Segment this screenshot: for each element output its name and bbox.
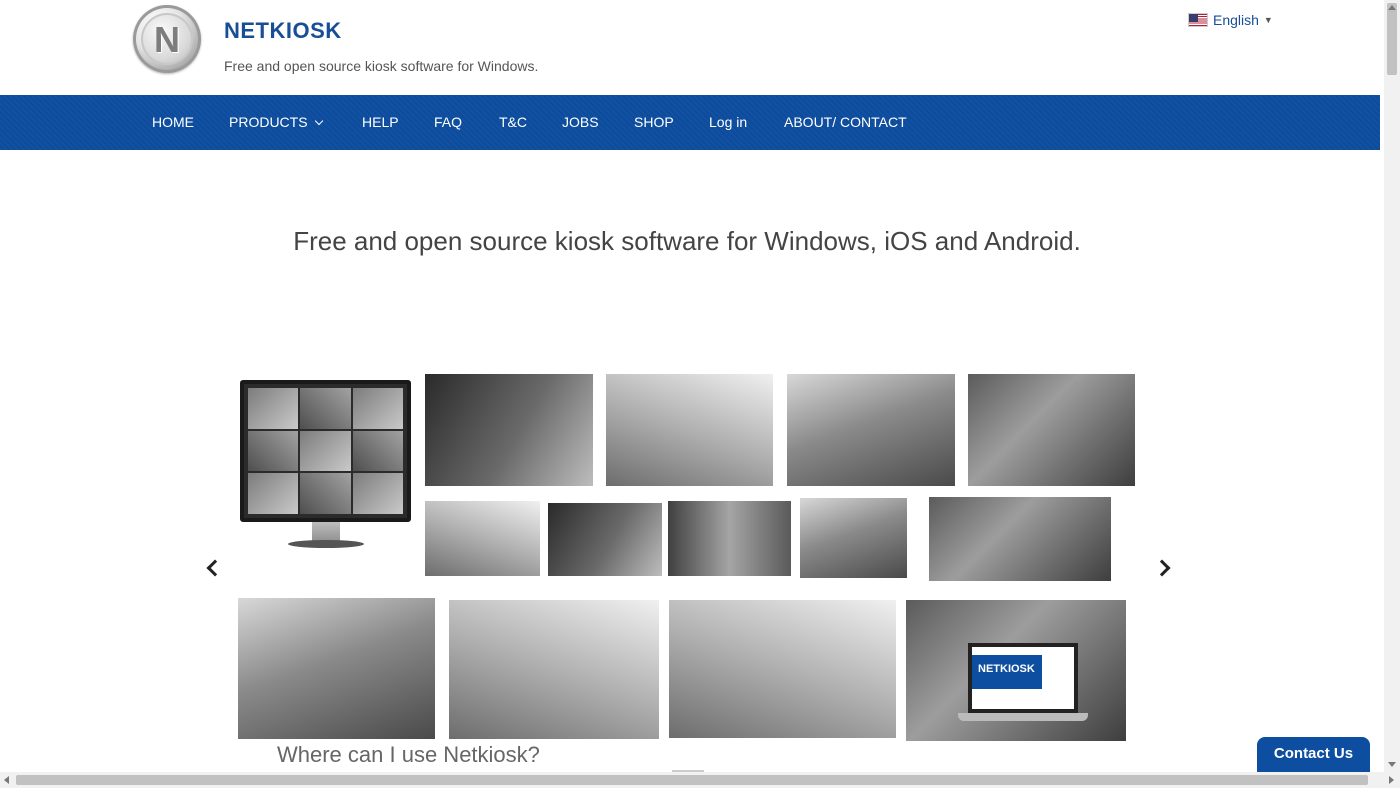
photo-hallway-screens	[668, 501, 791, 576]
language-label: English	[1213, 12, 1259, 28]
monitor-base	[288, 540, 364, 548]
language-selector[interactable]: English ▼	[1188, 12, 1273, 28]
photo-library-desks	[929, 497, 1111, 581]
nav-jobs-label: JOBS	[562, 114, 599, 130]
scroll-left-icon[interactable]	[4, 776, 9, 784]
nav-products[interactable]: PRODUCTS	[229, 95, 323, 150]
monitor-screen	[240, 380, 411, 522]
hero-title: Free and open source kiosk software for …	[293, 226, 1081, 256]
caret-down-icon: ▼	[1263, 15, 1273, 25]
carousel-next-arrow-icon[interactable]	[1156, 559, 1172, 575]
nav-about-contact[interactable]: ABOUT/ CONTACT	[784, 95, 907, 150]
nav-help[interactable]: HELP	[362, 95, 399, 150]
nav-home-label: HOME	[152, 114, 194, 130]
laptop-screen: NETKIOSK	[968, 643, 1078, 713]
photo-dark-kiosk	[548, 503, 662, 576]
logo-badge: N	[141, 13, 193, 65]
page: N NETKIOSK Free and open source kiosk so…	[0, 0, 1400, 788]
logo-letter: N	[154, 19, 180, 60]
horizontal-scroll-thumb[interactable]	[16, 775, 1368, 785]
nav-tc-label: T&C	[499, 114, 527, 130]
scroll-down-icon[interactable]	[1388, 762, 1396, 767]
monitor-image	[240, 380, 411, 558]
photo-shop-couple-laptop	[238, 598, 435, 739]
main-nav: HOME PRODUCTS HELP FAQ T&C JOBS SHOP Log…	[0, 95, 1380, 150]
site-header: N NETKIOSK Free and open source kiosk so…	[0, 0, 1380, 95]
photo-woman-phone-laptop	[449, 600, 659, 739]
vertical-scrollbar[interactable]	[1384, 0, 1400, 772]
monitor-grid	[248, 388, 403, 514]
nav-shop[interactable]: SHOP	[634, 95, 674, 150]
nav-tc[interactable]: T&C	[499, 95, 527, 150]
photo-women-shopping	[669, 600, 896, 738]
contact-us-button[interactable]: Contact Us	[1257, 737, 1370, 775]
photo-car-kiosk	[425, 501, 540, 576]
laptop-base	[958, 713, 1088, 721]
section-title: Where can I use Netkiosk?	[277, 742, 540, 767]
nav-login-label: Log in	[709, 114, 748, 130]
carousel-prev-arrow-icon[interactable]	[203, 559, 219, 575]
horizontal-scrollbar[interactable]	[0, 772, 1400, 788]
nav-products-label: PRODUCTS	[229, 114, 308, 130]
nav-jobs[interactable]: JOBS	[562, 95, 599, 150]
photo-kiosk-touchscreen	[425, 374, 593, 486]
laptop-brand-text: NETKIOSK	[978, 663, 1035, 675]
photo-woman-touchscreen	[800, 498, 907, 578]
nav-about-contact-label: ABOUT/ CONTACT	[784, 114, 907, 130]
site-title[interactable]: NETKIOSK	[224, 18, 342, 44]
scroll-up-icon[interactable]	[1388, 5, 1396, 10]
photo-library-computers	[968, 374, 1135, 486]
nav-help-label: HELP	[362, 114, 399, 130]
photo-factory-worker	[787, 374, 955, 486]
photo-engineer-tablet	[606, 374, 773, 486]
nav-faq-label: FAQ	[434, 114, 463, 130]
nav-login[interactable]: Log in	[709, 95, 747, 150]
scroll-right-icon[interactable]	[1389, 776, 1394, 784]
site-tagline: Free and open source kiosk software for …	[224, 58, 539, 74]
nav-shop-label: SHOP	[634, 114, 674, 130]
vertical-scroll-thumb[interactable]	[1387, 3, 1397, 75]
nav-home[interactable]: HOME	[152, 95, 194, 150]
netkiosk-logo[interactable]: N	[133, 5, 201, 73]
chevron-down-icon	[314, 116, 323, 126]
monitor-stand	[312, 522, 340, 542]
us-flag-icon	[1188, 13, 1208, 27]
nav-faq[interactable]: FAQ	[434, 95, 462, 150]
